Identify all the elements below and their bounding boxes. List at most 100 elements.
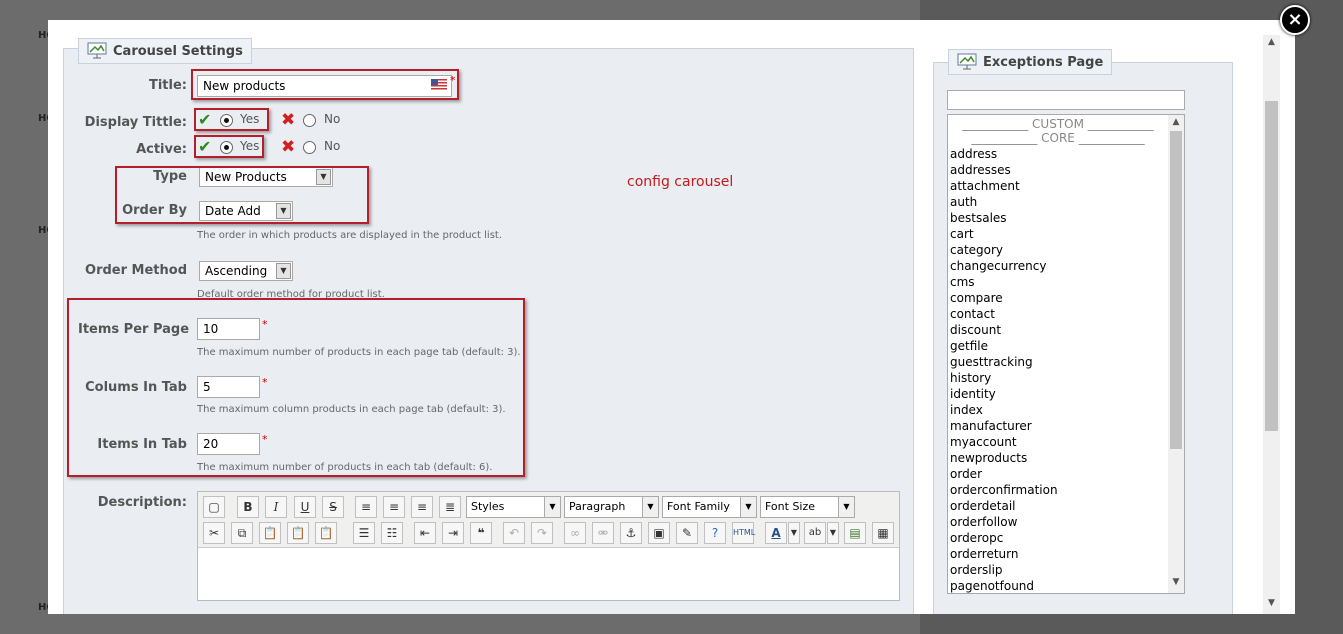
paste-text-icon[interactable]: 📋	[287, 522, 309, 544]
align-left-icon[interactable]: ≡	[355, 496, 377, 518]
list-item[interactable]: discount	[950, 322, 1001, 338]
strikethrough-button[interactable]: S	[322, 496, 344, 518]
list-item[interactable]: history	[950, 370, 991, 386]
exceptions-search-input[interactable]	[947, 90, 1185, 110]
chevron-down-icon: ▼	[740, 497, 756, 517]
paragraph-dropdown[interactable]: Paragraph ▼	[564, 496, 659, 518]
list-item[interactable]: addresses	[950, 162, 1011, 178]
list-item[interactable]: contact	[950, 306, 995, 322]
display-title-yes-radio[interactable]	[220, 114, 233, 127]
title-input[interactable]: New products	[197, 75, 452, 97]
display-title-no-radio[interactable]	[303, 114, 316, 127]
active-no-radio[interactable]	[303, 141, 316, 154]
image-icon[interactable]: ▣	[648, 522, 670, 544]
list-item[interactable]: orderfollow	[950, 514, 1017, 530]
italic-button[interactable]: I	[265, 496, 287, 518]
cut-icon[interactable]: ✂	[203, 522, 225, 544]
chevron-down-icon[interactable]: ▼	[827, 522, 839, 544]
items-per-page-value: 10	[203, 322, 219, 336]
listbox-scrollbar-thumb[interactable]	[1170, 131, 1182, 449]
display-title-no-label: No	[324, 112, 341, 126]
redo-icon[interactable]: ↷	[531, 522, 553, 544]
colums-in-tab-input[interactable]: 5	[197, 376, 260, 398]
indent-icon[interactable]: ⇥	[442, 522, 464, 544]
listbox-scrollbar[interactable]: ▲ ▼	[1168, 115, 1184, 593]
font-size-label: Font Size	[765, 500, 816, 513]
list-item[interactable]: attachment	[950, 178, 1020, 194]
cleanup-icon[interactable]: ✎	[676, 522, 698, 544]
list-item[interactable]: auth	[950, 194, 977, 210]
items-in-tab-help: The maximum number of products in each t…	[197, 462, 493, 473]
description-editor[interactable]: ▢ B I U S ≡ ≡ ≡ ≣ Styles ▼ Paragraph ▼ F…	[197, 491, 900, 601]
list-item[interactable]: myaccount	[950, 434, 1017, 450]
list-item[interactable]: newproducts	[950, 450, 1027, 466]
highlight-color-icon[interactable]: ab	[804, 522, 826, 544]
bold-button[interactable]: B	[237, 496, 259, 518]
font-family-dropdown[interactable]: Font Family ▼	[662, 496, 757, 518]
list-item[interactable]: bestsales	[950, 210, 1007, 226]
close-button[interactable]: ×	[1280, 5, 1310, 35]
list-item[interactable]: orderreturn	[950, 546, 1018, 562]
html-source-icon[interactable]: HTML	[732, 522, 755, 544]
list-item[interactable]: category	[950, 242, 1003, 258]
list-item[interactable]: manufacturer	[950, 418, 1032, 434]
list-item[interactable]: orderconfirmation	[950, 482, 1058, 498]
list-item[interactable]: index	[950, 402, 983, 418]
items-in-tab-input[interactable]: 20	[197, 433, 260, 455]
chevron-down-icon[interactable]: ▼	[788, 522, 800, 544]
scroll-down-icon[interactable]: ▼	[1168, 577, 1184, 587]
list-item[interactable]: changecurrency	[950, 258, 1046, 274]
font-size-dropdown[interactable]: Font Size ▼	[760, 496, 855, 518]
new-document-icon[interactable]: ▢	[203, 496, 225, 518]
align-justify-icon[interactable]: ≣	[439, 496, 461, 518]
list-item[interactable]: pagenotfound	[950, 578, 1034, 593]
undo-icon[interactable]: ↶	[503, 522, 525, 544]
order-by-select[interactable]: Date Add ▼	[199, 201, 293, 221]
items-per-page-input[interactable]: 10	[197, 318, 260, 340]
presentation-icon	[87, 42, 107, 59]
scroll-up-icon[interactable]: ▲	[1168, 117, 1184, 127]
align-center-icon[interactable]: ≡	[383, 496, 405, 518]
active-yes-radio[interactable]	[220, 141, 233, 154]
list-item[interactable]: guesttracking	[950, 354, 1033, 370]
type-select[interactable]: New Products ▼	[199, 167, 333, 187]
anchor-icon[interactable]: ⚓	[620, 522, 642, 544]
numbered-list-icon[interactable]: ☷	[381, 522, 403, 544]
blockquote-button[interactable]: ❝	[470, 522, 492, 544]
list-item[interactable]: order	[950, 466, 982, 482]
list-item[interactable]: cms	[950, 274, 975, 290]
underline-button[interactable]: U	[294, 496, 316, 518]
list-item[interactable]: orderdetail	[950, 498, 1016, 514]
list-item[interactable]: cart	[950, 226, 974, 242]
help-icon[interactable]: ?	[704, 522, 726, 544]
template-icon[interactable]: ▦	[872, 522, 894, 544]
scroll-up-icon[interactable]: ▲	[1263, 37, 1280, 47]
list-item[interactable]: identity	[950, 386, 996, 402]
media-icon[interactable]: ▤	[844, 522, 866, 544]
list-item[interactable]: getfile	[950, 338, 988, 354]
align-right-icon[interactable]: ≡	[411, 496, 433, 518]
styles-dropdown[interactable]: Styles ▼	[466, 496, 561, 518]
us-flag-icon[interactable]	[431, 79, 447, 90]
list-item[interactable]: orderslip	[950, 562, 1003, 578]
list-item[interactable]: address	[950, 146, 997, 162]
unlink-icon[interactable]: ⚮	[592, 522, 614, 544]
copy-icon[interactable]: ⧉	[231, 522, 253, 544]
link-icon[interactable]: ∞	[564, 522, 586, 544]
modal-scrollbar[interactable]: ▲ ▼	[1263, 35, 1280, 614]
title-value: New products	[203, 79, 286, 93]
exceptions-page-title: Exceptions Page	[983, 55, 1104, 70]
close-icon: ×	[1287, 9, 1303, 30]
bullet-list-icon[interactable]: ☰	[353, 522, 375, 544]
order-method-value: Ascending	[205, 264, 268, 278]
modal-scrollbar-thumb[interactable]	[1265, 101, 1278, 431]
order-method-select[interactable]: Ascending ▼	[199, 261, 293, 281]
exceptions-listbox[interactable]: ___________ CUSTOM ___________ _________…	[947, 114, 1185, 594]
text-color-icon[interactable]: A	[765, 522, 787, 544]
list-item[interactable]: compare	[950, 290, 1003, 306]
paste-word-icon[interactable]: 📋	[315, 522, 337, 544]
outdent-icon[interactable]: ⇤	[414, 522, 436, 544]
paste-icon[interactable]: 📋	[259, 522, 281, 544]
list-item[interactable]: orderopc	[950, 530, 1003, 546]
scroll-down-icon[interactable]: ▼	[1263, 598, 1280, 608]
